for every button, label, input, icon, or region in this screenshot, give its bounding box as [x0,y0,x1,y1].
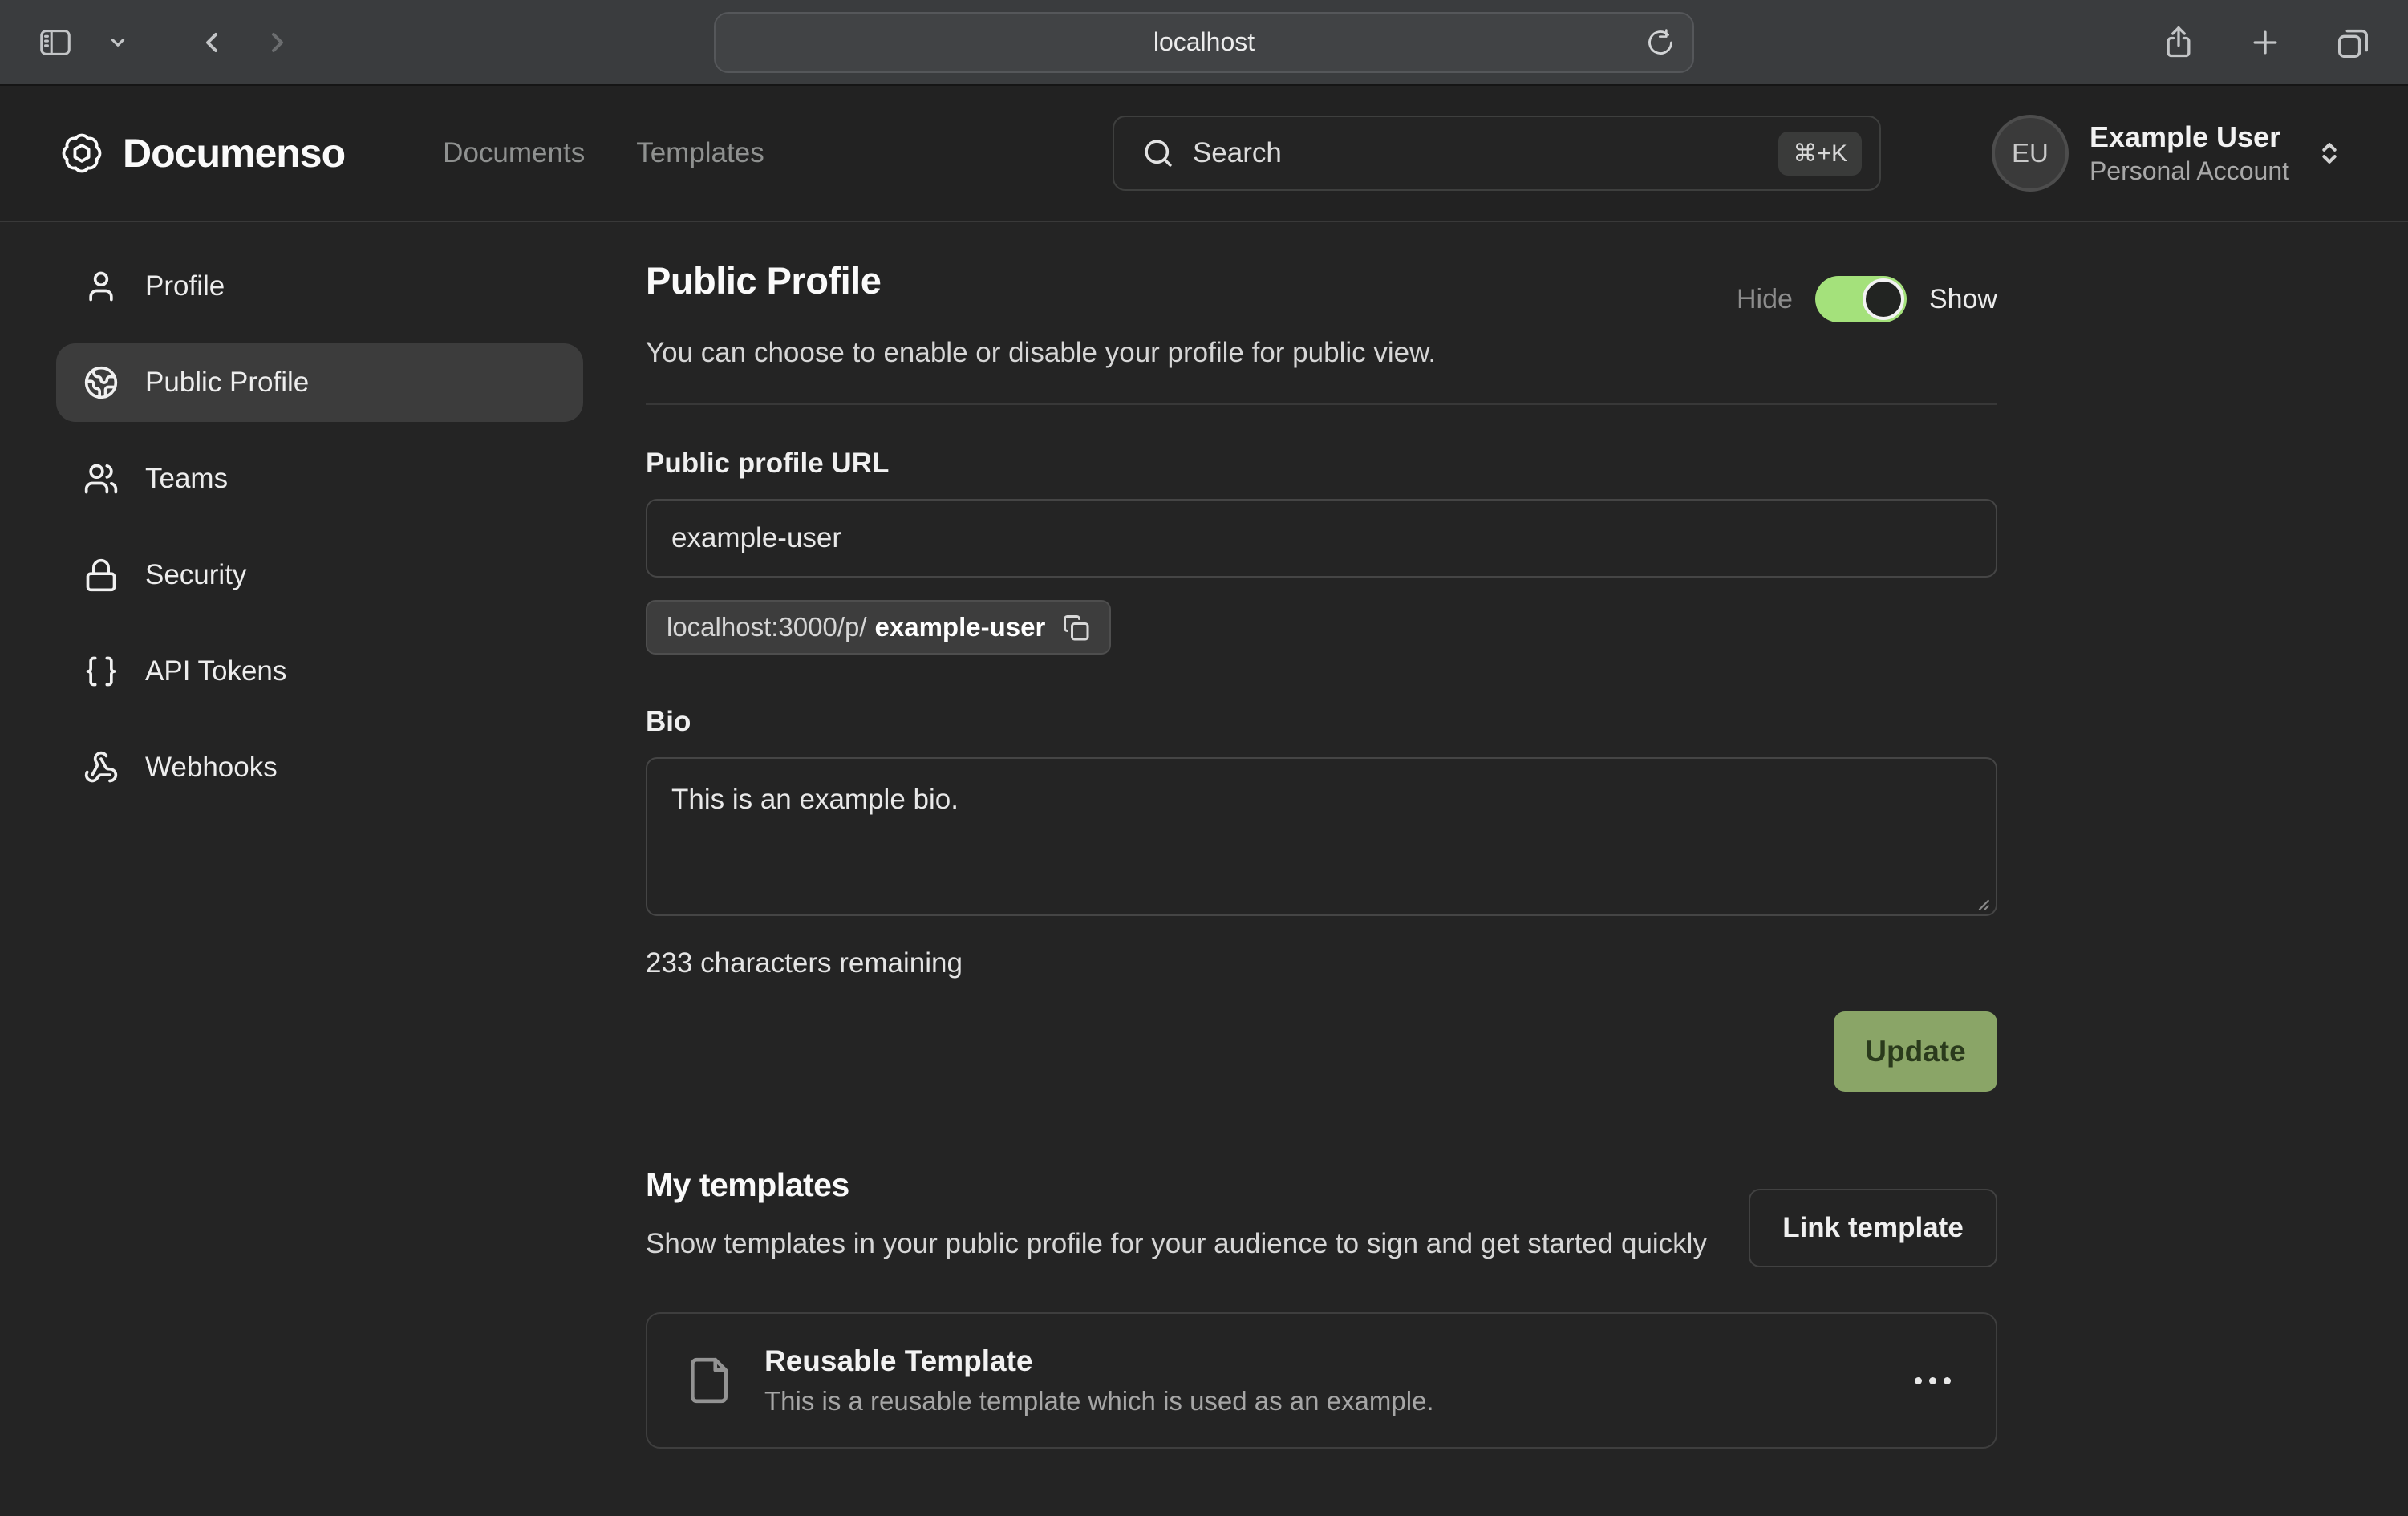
profile-url-preview-chip[interactable]: localhost:3000/p/ example-user [646,600,1111,655]
section-divider [646,403,1997,405]
sidebar-toggle-icon[interactable] [32,19,79,66]
copy-icon[interactable] [1061,613,1090,642]
page-title: Public Profile [646,258,881,302]
bio-char-count: 233 characters remaining [646,947,1997,979]
user-menu[interactable]: EU Example User Personal Account [1992,115,2345,192]
search-input[interactable] [1193,137,1761,169]
template-list-item: Reusable Template This is a reusable tem… [646,1312,1997,1449]
update-button[interactable]: Update [1834,1011,1997,1092]
search-box[interactable]: ⌘+K [1113,116,1881,191]
template-description: This is a reusable template which is use… [764,1386,1434,1417]
user-icon [83,269,119,304]
settings-sidebar: Profile Public Profile Teams S [0,222,583,1449]
chevrons-up-down-icon [2313,137,2345,169]
sidebar-dropdown-chevron-icon[interactable] [103,27,133,58]
sidebar-item-label: API Tokens [145,655,286,687]
profile-url-prefix: localhost:3000/p/ [667,612,867,642]
globe-icon [83,365,119,400]
documenso-logo-icon [60,132,103,175]
nav-documents[interactable]: Documents [443,137,585,169]
file-icon [684,1356,734,1405]
ellipsis-icon[interactable] [1907,1369,1959,1392]
app-header: Documenso Documents Templates ⌘+K EU Exa… [0,86,2408,222]
sidebar-item-profile[interactable]: Profile [56,247,583,326]
sidebar-item-public-profile[interactable]: Public Profile [56,343,583,422]
bio-field-label: Bio [646,706,1997,738]
sidebar-item-webhooks[interactable]: Webhooks [56,728,583,807]
webhook-icon [83,750,119,785]
switch-knob [1863,278,1904,320]
profile-url-slug: example-user [875,612,1046,642]
share-icon[interactable] [2156,20,2201,65]
bio-textarea[interactable]: This is an example bio. [646,757,1997,916]
address-bar[interactable] [714,12,1694,73]
sidebar-item-security[interactable]: Security [56,536,583,614]
lock-icon [83,557,119,593]
link-template-button[interactable]: Link template [1749,1189,1997,1267]
search-icon [1141,136,1175,170]
nav-templates[interactable]: Templates [636,137,764,169]
profile-visibility-toggle-group: Hide Show [1737,276,1997,322]
reload-icon[interactable] [1646,28,1675,57]
browser-chrome [0,0,2408,86]
brand[interactable]: Documenso [60,130,345,176]
public-profile-url-input[interactable] [646,499,1997,578]
page-subtitle: You can choose to enable or disable your… [646,337,1997,369]
avatar: EU [1992,115,2069,192]
users-icon [83,461,119,497]
braces-icon [83,654,119,689]
back-icon[interactable] [191,22,233,63]
user-name: Example User [2090,120,2289,154]
top-nav: Documents Templates [443,137,764,169]
visibility-switch[interactable] [1815,276,1907,322]
sidebar-item-label: Teams [145,463,228,495]
toggle-hide-label: Hide [1737,284,1793,315]
sidebar-item-label: Profile [145,270,225,302]
sidebar-item-label: Public Profile [145,367,309,399]
address-input[interactable] [716,14,1692,71]
toggle-show-label: Show [1929,284,1997,315]
sidebar-item-api-tokens[interactable]: API Tokens [56,632,583,711]
brand-name: Documenso [123,130,345,176]
template-name: Reusable Template [764,1344,1434,1378]
url-field-label: Public profile URL [646,448,1997,480]
search-shortcut-badge: ⌘+K [1778,132,1862,176]
sidebar-item-label: Webhooks [145,752,278,784]
sidebar-item-teams[interactable]: Teams [56,440,583,518]
tab-overview-icon[interactable] [2329,19,2376,66]
new-tab-plus-icon[interactable] [2243,20,2288,65]
templates-section-description: Show templates in your public profile fo… [646,1223,1707,1266]
user-account-type: Personal Account [2090,155,2289,187]
settings-content: Public Profile Hide Show You can choose … [646,222,1997,1449]
templates-section-title: My templates [646,1166,1707,1204]
sidebar-item-label: Security [145,559,246,591]
